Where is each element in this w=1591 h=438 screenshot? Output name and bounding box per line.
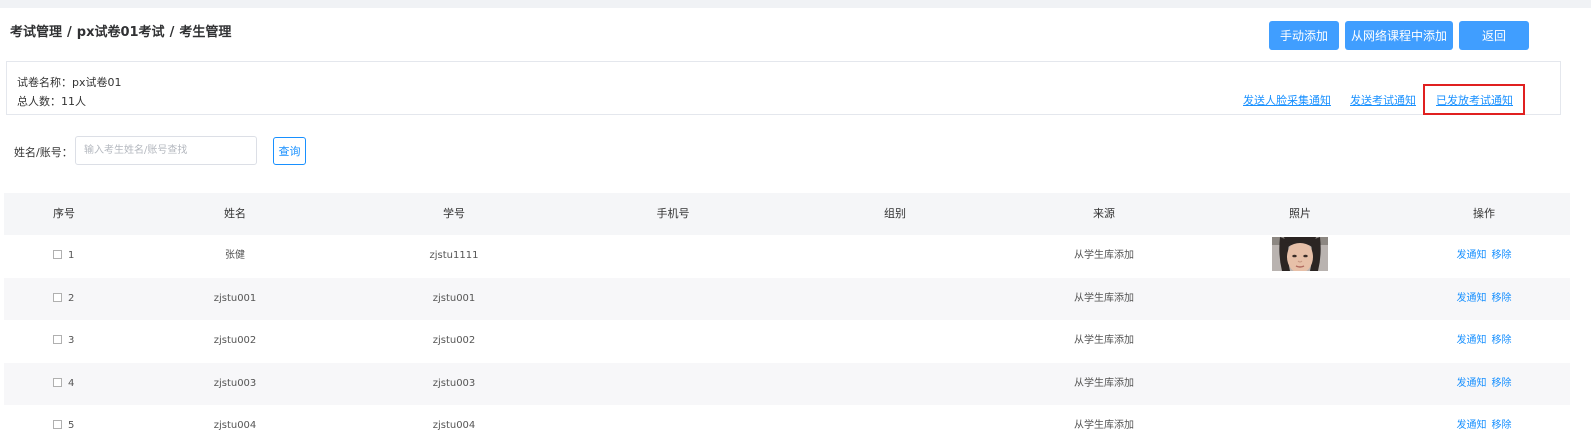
row-number: 3 — [68, 335, 75, 346]
name-cell: 张健 — [225, 250, 245, 261]
table-row: 3 zjstu002 zjstu002 从学生库添加 发通知 移除 — [4, 320, 1570, 363]
examinee-table: 序号 姓名 学号 手机号 组别 来源 照片 操作 1 张健 zjstu1111 … — [4, 193, 1570, 438]
breadcrumb-item-exam[interactable]: px试卷01考试 — [77, 21, 165, 40]
notify-link[interactable]: 发通知 — [1457, 335, 1487, 346]
remove-link[interactable]: 移除 — [1492, 378, 1512, 389]
search-label: 姓名/账号： — [14, 146, 73, 159]
remove-link[interactable]: 移除 — [1492, 293, 1512, 304]
table-row: 5 zjstu004 zjstu004 从学生库添加 发通知 移除 — [4, 405, 1570, 438]
exam-info-panel: 试卷名称：px试卷01 总人数：11人 发送人脸采集通知 发送考试通知 已发放考… — [6, 61, 1561, 115]
row-checkbox[interactable] — [53, 292, 62, 302]
notify-link[interactable]: 发通知 — [1457, 420, 1487, 431]
total-count-line: 总人数：11人 — [17, 93, 86, 109]
notify-link[interactable]: 发通知 — [1457, 293, 1487, 304]
source-cell: 从学生库添加 — [1074, 292, 1134, 304]
column-header-name: 姓名 — [224, 207, 246, 220]
back-button[interactable]: 返回 — [1459, 21, 1529, 50]
student-id-cell: zjstu1111 — [429, 250, 479, 261]
table-header: 序号 姓名 学号 手机号 组别 来源 照片 操作 — [4, 193, 1570, 235]
column-header-group: 组别 — [884, 207, 906, 220]
student-id-cell: zjstu003 — [432, 377, 476, 389]
highlight-annotation-box — [1423, 84, 1525, 115]
column-header-actions: 操作 — [1473, 207, 1495, 220]
add-from-course-button[interactable]: 从网络课程中添加 — [1345, 21, 1453, 50]
actions-cell: 发通知 移除 — [1457, 363, 1512, 405]
breadcrumb-item-exam-management[interactable]: 考试管理 — [10, 21, 62, 40]
paper-name-label: 试卷名称： — [17, 76, 72, 89]
name-cell: zjstu001 — [213, 292, 257, 304]
row-number-cell: 3 — [53, 320, 74, 362]
column-header-no: 序号 — [53, 207, 75, 220]
total-count-value: 11人 — [61, 95, 86, 108]
name-cell: zjstu002 — [213, 335, 257, 346]
name-cell: zjstu004 — [213, 420, 257, 431]
name-cell: zjstu003 — [213, 377, 257, 389]
column-header-phone: 手机号 — [656, 207, 690, 220]
row-number-cell: 1 — [53, 235, 74, 277]
source-cell: 从学生库添加 — [1074, 335, 1134, 346]
breadcrumb-item-current: 考生管理 — [179, 25, 232, 40]
breadcrumb: 考试管理 / px试卷01考试 / 考生管理 — [10, 21, 231, 40]
column-header-student-id: 学号 — [443, 207, 465, 220]
student-id-cell: zjstu004 — [432, 420, 476, 431]
row-number-cell: 2 — [53, 278, 74, 320]
send-exam-notice-link[interactable]: 发送考试通知 — [1350, 92, 1416, 108]
source-cell: 从学生库添加 — [1074, 377, 1134, 389]
query-button[interactable]: 查询 — [273, 137, 306, 165]
student-id-cell: zjstu001 — [432, 292, 476, 304]
notify-link[interactable]: 发通知 — [1457, 250, 1487, 261]
column-header-photo: 照片 — [1289, 207, 1311, 220]
face-photo-image — [1272, 237, 1328, 271]
remove-link[interactable]: 移除 — [1492, 335, 1512, 346]
student-id-cell: zjstu002 — [432, 335, 476, 346]
actions-cell: 发通知 移除 — [1457, 278, 1512, 320]
table-row: 4 zjstu003 zjstu003 从学生库添加 发通知 移除 — [4, 362, 1570, 405]
row-checkbox[interactable] — [53, 420, 62, 429]
examinee-photo[interactable] — [1272, 237, 1328, 271]
total-count-label: 总人数： — [17, 95, 61, 108]
manual-add-button[interactable]: 手动添加 — [1269, 21, 1339, 50]
actions-cell: 发通知 移除 — [1457, 320, 1512, 362]
actions-cell: 发通知 移除 — [1457, 235, 1512, 277]
actions-cell: 发通知 移除 — [1457, 405, 1512, 438]
table-row: 2 zjstu001 zjstu001 从学生库添加 发通知 移除 — [4, 277, 1570, 320]
search-input[interactable] — [75, 136, 257, 165]
row-checkbox[interactable] — [53, 250, 62, 259]
breadcrumb-separator: / — [169, 25, 175, 40]
row-checkbox[interactable] — [53, 377, 62, 387]
row-number: 1 — [68, 250, 75, 261]
table-row: 1 张健 zjstu1111 从学生库添加 发通知 移除 — [4, 235, 1570, 278]
send-face-collection-notice-link[interactable]: 发送人脸采集通知 — [1243, 92, 1331, 108]
row-checkbox[interactable] — [53, 335, 62, 344]
row-number: 4 — [68, 377, 75, 389]
source-cell: 从学生库添加 — [1074, 250, 1134, 261]
source-cell: 从学生库添加 — [1074, 420, 1134, 431]
column-header-source: 来源 — [1093, 207, 1115, 220]
row-number-cell: 4 — [53, 363, 74, 405]
paper-name-value: px试卷01 — [72, 76, 122, 89]
notify-link[interactable]: 发通知 — [1457, 378, 1487, 389]
top-strip — [0, 0, 1591, 8]
row-number: 2 — [68, 292, 75, 304]
remove-link[interactable]: 移除 — [1492, 420, 1512, 431]
remove-link[interactable]: 移除 — [1492, 250, 1512, 261]
breadcrumb-separator: / — [67, 25, 72, 40]
row-number: 5 — [68, 420, 75, 431]
row-number-cell: 5 — [53, 405, 74, 438]
paper-name-line: 试卷名称：px试卷01 — [17, 74, 122, 90]
